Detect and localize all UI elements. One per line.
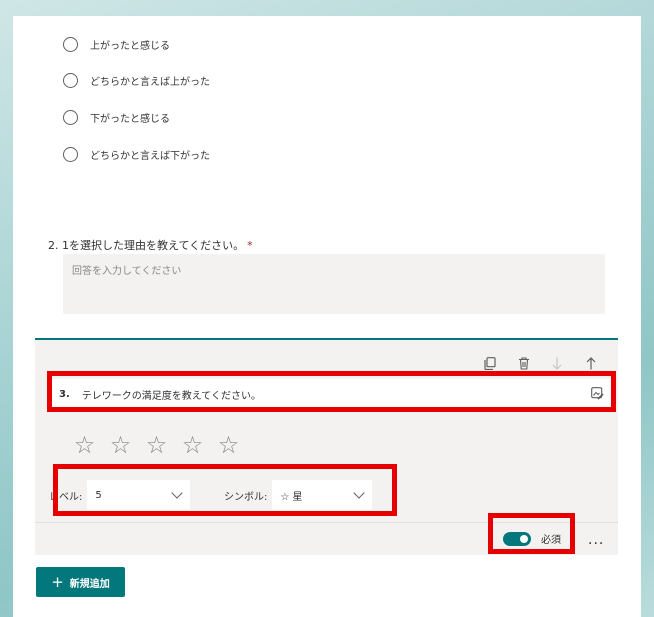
add-new-label: 新規追加 <box>69 578 110 590</box>
move-up-icon[interactable] <box>582 354 600 372</box>
delete-icon[interactable] <box>515 354 533 372</box>
radio-option[interactable]: どちらかと言えば上がった <box>63 70 210 90</box>
star-icon[interactable]: ☆ <box>215 433 242 457</box>
radio-button[interactable] <box>63 146 78 162</box>
option-label: どちらかと言えば上がった <box>90 76 210 88</box>
answer-input[interactable] <box>63 254 605 314</box>
radio-button[interactable] <box>63 72 78 88</box>
required-mark: * <box>247 239 253 252</box>
radio-button[interactable] <box>63 36 78 52</box>
option-label: 上がったと感じる <box>90 40 170 52</box>
copy-icon[interactable] <box>481 354 499 372</box>
highlight-box-settings <box>53 464 397 516</box>
move-down-icon[interactable] <box>548 354 566 372</box>
radio-option[interactable]: 上がったと感じる <box>63 34 170 54</box>
star-icon[interactable]: ☆ <box>107 433 134 457</box>
rating-stars: ☆ ☆ ☆ ☆ ☆ <box>71 433 242 457</box>
star-icon[interactable]: ☆ <box>179 433 206 457</box>
question-2-text: 2. 1を選択した理由を教えてください。 <box>48 239 245 252</box>
option-label: 下がったと感じる <box>90 113 170 125</box>
plus-icon: + <box>51 573 64 591</box>
star-icon[interactable]: ☆ <box>71 433 98 457</box>
star-icon[interactable]: ☆ <box>143 433 170 457</box>
option-label: どちらかと言えば下がった <box>90 150 210 162</box>
highlight-box-required <box>488 513 575 554</box>
add-new-button[interactable]: + 新規追加 <box>36 567 125 597</box>
question-2-title: 2. 1を選択した理由を教えてください。 * <box>48 237 253 253</box>
highlight-box-title <box>47 371 616 412</box>
radio-button[interactable] <box>63 109 78 125</box>
more-options-icon[interactable]: ··· <box>588 536 604 552</box>
radio-option[interactable]: 下がったと感じる <box>63 107 170 127</box>
radio-option[interactable]: どちらかと言えば下がった <box>63 144 210 164</box>
